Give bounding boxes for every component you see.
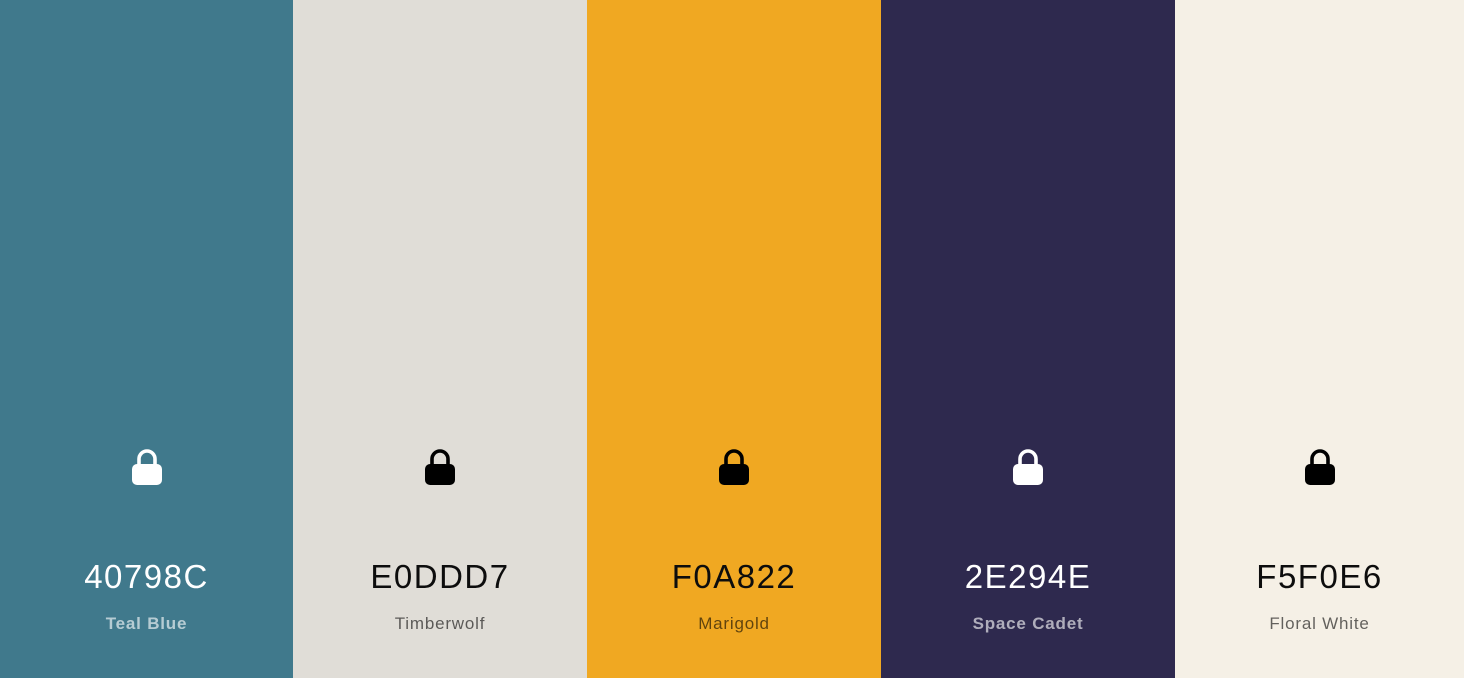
lock-icon[interactable]: [717, 448, 751, 486]
swatch-marigold[interactable]: F0A822 Marigold: [587, 0, 881, 678]
swatch-space-cadet[interactable]: 2E294E Space Cadet: [881, 0, 1175, 678]
lock-icon[interactable]: [423, 448, 457, 486]
color-name: Teal Blue: [105, 614, 188, 633]
hex-code[interactable]: 2E294E: [881, 558, 1175, 596]
hex-code[interactable]: F5F0E6: [1175, 558, 1464, 596]
color-name: Space Cadet: [972, 614, 1084, 633]
swatch-floral-white[interactable]: F5F0E6 Floral White: [1175, 0, 1464, 678]
color-name: Timberwolf: [394, 614, 486, 633]
hex-code[interactable]: E0DDD7: [293, 558, 587, 596]
lock-icon[interactable]: [1011, 448, 1045, 486]
lock-icon[interactable]: [130, 448, 164, 486]
hex-code[interactable]: 40798C: [0, 558, 293, 596]
color-name: Marigold: [698, 614, 770, 633]
color-palette: 40798C Teal Blue E0DDD7 Timberwolf F0A82…: [0, 0, 1464, 678]
lock-icon[interactable]: [1303, 448, 1337, 486]
swatch-timberwolf[interactable]: E0DDD7 Timberwolf: [293, 0, 587, 678]
swatch-teal-blue[interactable]: 40798C Teal Blue: [0, 0, 293, 678]
hex-code[interactable]: F0A822: [587, 558, 881, 596]
color-name: Floral White: [1269, 614, 1370, 633]
